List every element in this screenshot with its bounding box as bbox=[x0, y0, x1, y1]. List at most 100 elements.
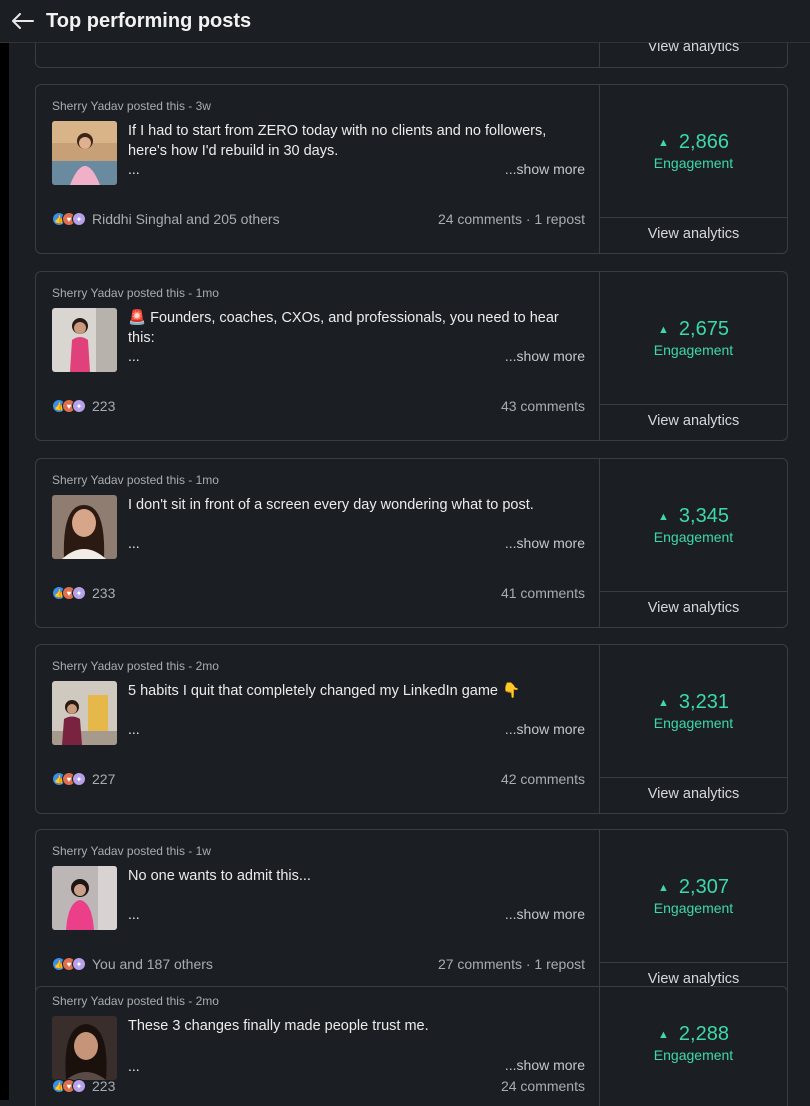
engagement-stat: ▲ 3,345 Engagement bbox=[600, 505, 787, 545]
post-text: I don't sit in front of a screen every d… bbox=[128, 497, 534, 513]
reactions-count: 233 bbox=[92, 585, 116, 601]
engagement-label: Engagement bbox=[653, 900, 734, 916]
post-card[interactable]: Sherry Yadav posted this - 1mo 🚨 Founder… bbox=[35, 271, 788, 441]
post-thumbnail[interactable] bbox=[52, 681, 117, 745]
post-thumbnail[interactable] bbox=[52, 495, 117, 559]
post-meta: Sherry Yadav posted this - 1mo bbox=[52, 473, 219, 487]
show-more-link[interactable]: ...show more bbox=[505, 161, 585, 177]
engagement-label: Engagement bbox=[653, 715, 734, 731]
post-text: No one wants to admit this... bbox=[128, 868, 311, 884]
view-analytics-button[interactable]: View analytics bbox=[600, 971, 787, 987]
post-thumbnail[interactable] bbox=[52, 1016, 117, 1080]
insightful-icon: ✦ bbox=[72, 586, 86, 600]
reactions-count: You and 187 others bbox=[92, 956, 213, 972]
post-content: Sherry Yadav posted this - 1mo I don't s… bbox=[36, 459, 599, 627]
engagement-label: Engagement bbox=[653, 1047, 734, 1063]
view-analytics-button[interactable]: View analytics bbox=[600, 226, 787, 242]
post-thumbnail[interactable] bbox=[52, 121, 117, 185]
divider bbox=[600, 404, 787, 405]
engagement-stat: ▲ 2,866 Engagement bbox=[600, 131, 787, 171]
view-analytics-button[interactable]: View analytics bbox=[600, 600, 787, 616]
post-card[interactable]: Sherry Yadav posted this - 3w If I had t… bbox=[35, 84, 788, 254]
reactions-count: 223 bbox=[92, 398, 116, 414]
engagement-value: 2,288 bbox=[678, 1023, 729, 1045]
reactions-count: 223 bbox=[92, 1078, 116, 1094]
trend-up-icon: ▲ bbox=[658, 136, 669, 149]
post-ellipsis: ... bbox=[128, 535, 140, 551]
post-ellipsis: ... bbox=[128, 161, 140, 177]
arrow-left-icon[interactable] bbox=[10, 8, 36, 34]
post-text: 5 habits I quit that completely changed … bbox=[128, 683, 521, 699]
reactions[interactable]: 👍 ♥ ✦ Riddhi Singhal and 205 others bbox=[52, 211, 280, 227]
engagement-label: Engagement bbox=[653, 155, 734, 171]
show-more-link[interactable]: ...show more bbox=[505, 535, 585, 551]
trend-up-icon: ▲ bbox=[658, 510, 669, 523]
engagement-value: 3,231 bbox=[678, 691, 729, 713]
insightful-icon: ✦ bbox=[72, 399, 86, 413]
comments-count[interactable]: 24 comments bbox=[501, 1078, 585, 1094]
reactions[interactable]: 👍 ♥ ✦ 227 bbox=[52, 771, 115, 787]
post-card[interactable]: Sherry Yadav posted this - 2mo These 3 c… bbox=[35, 986, 788, 1106]
show-more-link[interactable]: ...show more bbox=[505, 348, 585, 364]
post-content: Sherry Yadav posted this - 1w No one wan… bbox=[36, 830, 599, 998]
divider bbox=[600, 591, 787, 592]
post-meta: Sherry Yadav posted this - 1w bbox=[52, 844, 211, 858]
engagement-value: 2,675 bbox=[678, 318, 729, 340]
comments-count[interactable]: 24 comments · 1 repost bbox=[438, 211, 585, 227]
engagement-stat: ▲ 3,231 Engagement bbox=[600, 691, 787, 731]
page-header: Top performing posts bbox=[0, 0, 810, 43]
view-analytics-button[interactable]: View analytics bbox=[600, 786, 787, 802]
post-meta: Sherry Yadav posted this - 1mo bbox=[52, 286, 219, 300]
trend-up-icon: ▲ bbox=[658, 1028, 669, 1041]
post-stats: ▲ 3,231 Engagement View analytics bbox=[600, 645, 787, 813]
engagement-stat: ▲ 2,675 Engagement bbox=[600, 318, 787, 358]
post-card[interactable]: Sherry Yadav posted this - 2mo 5 habits … bbox=[35, 644, 788, 814]
reactions-count: 227 bbox=[92, 771, 116, 787]
post-content: Sherry Yadav posted this - 3w If I had t… bbox=[36, 85, 599, 253]
trend-up-icon: ▲ bbox=[658, 881, 669, 894]
page-title: Top performing posts bbox=[46, 9, 252, 32]
post-stats: ▲ 2,307 Engagement View analytics bbox=[600, 830, 787, 998]
insightful-icon: ✦ bbox=[72, 212, 86, 226]
post-stats: ▲ 2,866 Engagement View analytics bbox=[600, 85, 787, 253]
post-text: These 3 changes finally made people trus… bbox=[128, 1018, 429, 1034]
post-thumbnail[interactable] bbox=[52, 308, 117, 372]
divider bbox=[600, 217, 787, 218]
comments-count[interactable]: 41 comments bbox=[501, 585, 585, 601]
divider bbox=[600, 962, 787, 963]
trend-up-icon: ▲ bbox=[658, 696, 669, 709]
engagement-value: 2,307 bbox=[678, 876, 729, 898]
reactions[interactable]: 👍 ♥ ✦ 233 bbox=[52, 585, 115, 601]
reactions[interactable]: 👍 ♥ ✦ 223 bbox=[52, 1078, 115, 1094]
comments-count[interactable]: 27 comments · 1 repost bbox=[438, 956, 585, 972]
show-more-link[interactable]: ...show more bbox=[505, 906, 585, 922]
insightful-icon: ✦ bbox=[72, 1079, 86, 1093]
reactions[interactable]: 👍 ♥ ✦ 223 bbox=[52, 398, 115, 414]
post-stats: ▲ 2,288 Engagement bbox=[600, 987, 787, 1106]
divider bbox=[600, 777, 787, 778]
comments-count[interactable]: 42 comments bbox=[501, 771, 585, 787]
post-meta: Sherry Yadav posted this - 3w bbox=[52, 99, 211, 113]
post-stats: ▲ 2,675 Engagement View analytics bbox=[600, 272, 787, 440]
show-more-link[interactable]: ...show more bbox=[505, 721, 585, 737]
post-text: 🚨 Founders, coaches, CXOs, and professio… bbox=[128, 310, 559, 346]
reactions[interactable]: 👍 ♥ ✦ You and 187 others bbox=[52, 956, 213, 972]
insightful-icon: ✦ bbox=[72, 957, 86, 971]
post-ellipsis: ... bbox=[128, 1058, 140, 1074]
left-edge-bar bbox=[0, 43, 9, 1100]
post-card[interactable]: Sherry Yadav posted this - 1w No one wan… bbox=[35, 829, 788, 999]
post-text: If I had to start from ZERO today with n… bbox=[128, 123, 547, 159]
insightful-icon: ✦ bbox=[72, 772, 86, 786]
comments-count[interactable]: 43 comments bbox=[501, 398, 585, 414]
post-thumbnail[interactable] bbox=[52, 866, 117, 930]
post-meta: Sherry Yadav posted this - 2mo bbox=[52, 659, 219, 673]
reactions-count: Riddhi Singhal and 205 others bbox=[92, 211, 280, 227]
engagement-label: Engagement bbox=[653, 529, 734, 545]
post-card[interactable]: Sherry Yadav posted this - 1mo I don't s… bbox=[35, 458, 788, 628]
post-ellipsis: ... bbox=[128, 906, 140, 922]
engagement-stat: ▲ 2,307 Engagement bbox=[600, 876, 787, 916]
posts-feed: View analytics Sherry Yadav posted this … bbox=[0, 0, 810, 1106]
view-analytics-button[interactable]: View analytics bbox=[600, 413, 787, 429]
trend-up-icon: ▲ bbox=[658, 323, 669, 336]
show-more-link[interactable]: ...show more bbox=[505, 1057, 585, 1073]
